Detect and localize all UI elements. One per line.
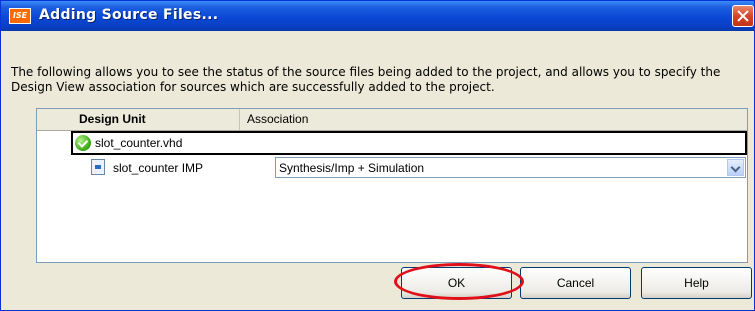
design-unit-name: slot_counter IMP [113, 161, 204, 175]
adding-source-files-dialog: ISE Adding Source Files... The following… [0, 0, 755, 311]
chevron-down-icon[interactable] [727, 159, 744, 176]
source-file-row[interactable]: slot_counter.vhd [71, 131, 747, 155]
description-text: The following allows you to see the stat… [11, 65, 721, 94]
design-unit-row[interactable]: slot_counter IMP Synthesis/Imp + Simulat… [71, 157, 747, 179]
source-files-list: Design Unit Association slot_counter.vhd… [36, 108, 748, 263]
ok-button[interactable]: OK [401, 267, 512, 299]
design-unit-column-header[interactable]: Design Unit [37, 109, 240, 130]
ise-app-icon: ISE [9, 8, 31, 24]
title-bar[interactable]: ISE Adding Source Files... [1, 1, 754, 31]
window-title: Adding Source Files... [39, 7, 219, 23]
association-dropdown[interactable]: Synthesis/Imp + Simulation [275, 157, 746, 178]
close-button[interactable] [732, 5, 754, 27]
cancel-button[interactable]: Cancel [520, 267, 631, 299]
list-gutter [37, 131, 72, 262]
list-header: Design Unit Association [37, 109, 747, 131]
help-button[interactable]: Help [641, 267, 752, 299]
association-column-header[interactable]: Association [243, 109, 308, 130]
vhdl-file-icon [91, 159, 105, 175]
source-file-name: slot_counter.vhd [95, 136, 183, 150]
association-value: Synthesis/Imp + Simulation [279, 161, 425, 175]
check-success-icon [75, 135, 91, 151]
